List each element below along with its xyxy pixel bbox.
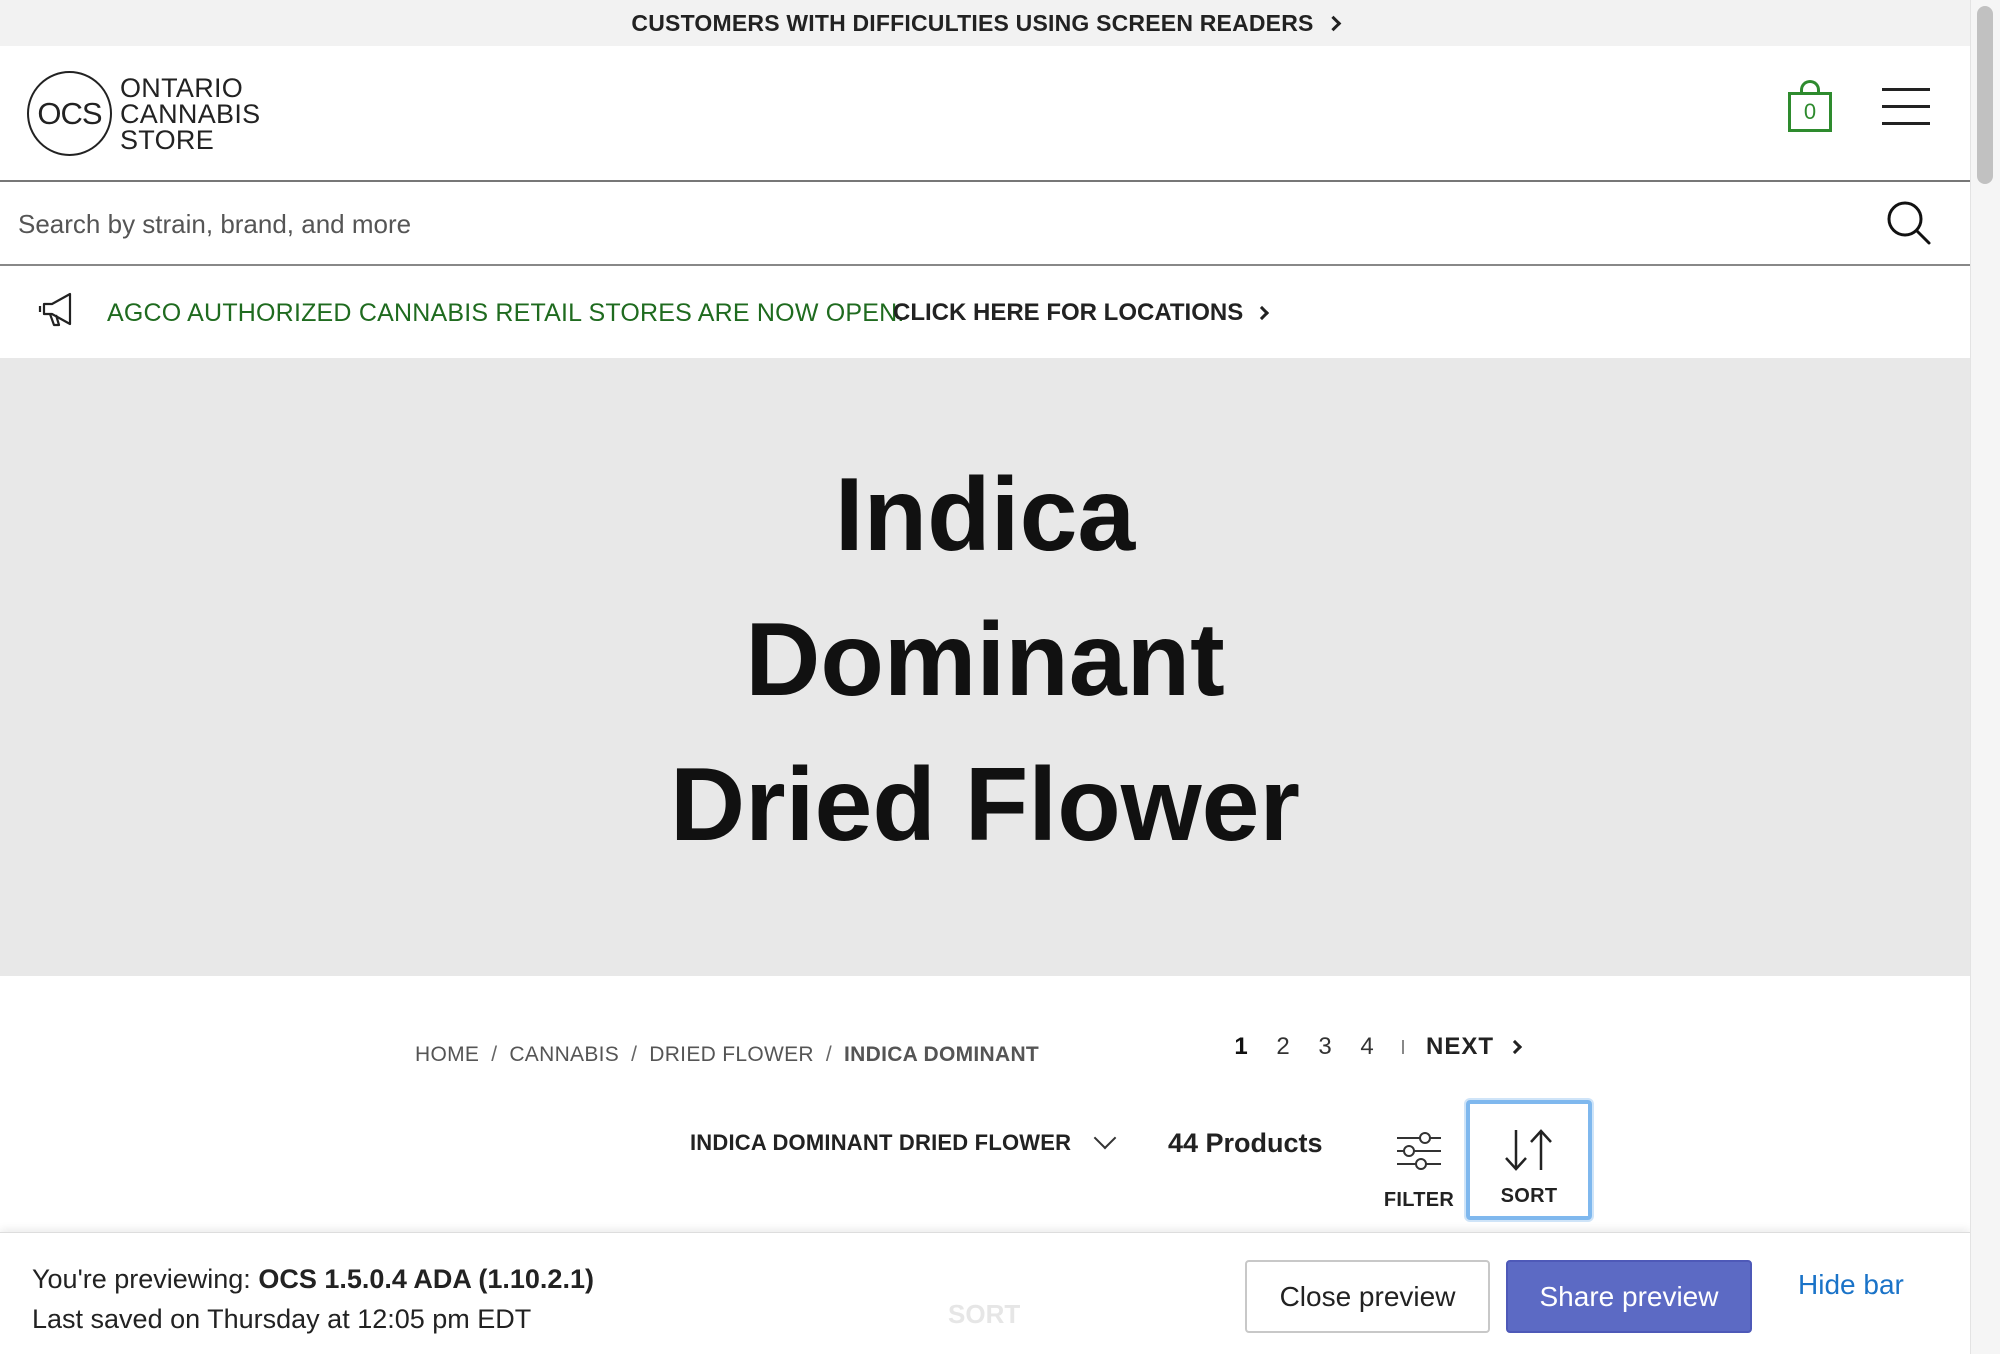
logo-line: CANNABIS [120,98,261,129]
category-dropdown[interactable]: INDICA DOMINANT DRIED FLOWER [690,1126,1117,1156]
hide-bar-button[interactable]: Hide bar [1798,1269,1904,1301]
obscured-sort-label: SORT [948,1299,1021,1329]
search-input[interactable] [18,200,1858,248]
cart-button[interactable]: 0 [1788,80,1832,132]
preview-prefix: You're previewing: [32,1264,251,1294]
page-link-2[interactable]: 2 [1262,1033,1304,1061]
sort-button-label: SORT [1500,1185,1558,1207]
breadcrumb-cannabis[interactable]: CANNABIS [509,1043,619,1067]
logo-line: ONTARIO [120,72,244,103]
breadcrumb-separator: / [825,1043,832,1066]
logo-mark: OCS [27,71,112,156]
sort-arrows-icon [1505,1129,1552,1171]
page-link-4[interactable]: 4 [1346,1033,1388,1061]
announcement-banner: AGCO AUTHORIZED CANNABIS RETAIL STORES A… [0,268,1970,358]
close-preview-button[interactable]: Close preview [1245,1260,1490,1333]
page-link-1[interactable]: 1 [1220,1033,1262,1061]
menu-line [1882,122,1930,125]
ocs-logo[interactable]: OCS ONTARIO CANNABIS STORE [27,71,260,156]
megaphone-icon [38,292,72,327]
logo-wordmark: ONTARIO CANNABIS STORE [120,72,261,155]
preview-last-saved: Last saved on Thursday at 12:05 pm EDT [32,1304,532,1334]
breadcrumb-home[interactable]: HOME [415,1043,479,1067]
announcement-message: AGCO AUTHORIZED CANNABIS RETAIL STORES A… [107,299,905,327]
next-page-button[interactable]: NEXT [1426,1033,1523,1061]
preview-theme-name: OCS 1.5.0.4 ADA (1.10.2.1) [258,1264,594,1294]
preview-theme-line: You're previewing: OCS 1.5.0.4 ADA (1.10… [32,1259,594,1299]
page-title-line: Indica [834,457,1136,573]
cart-count: 0 [1788,92,1832,132]
category-dropdown-label: INDICA DOMINANT DRIED FLOWER [690,1130,1072,1155]
chevron-down-icon [1093,1126,1117,1150]
share-preview-button[interactable]: Share preview [1506,1260,1752,1333]
hamburger-menu-button[interactable] [1882,88,1930,126]
next-page-label: NEXT [1426,1033,1495,1060]
menu-line [1882,105,1930,108]
breadcrumb-current: INDICA DOMINANT [844,1043,1040,1066]
sort-button[interactable]: SORT [1466,1100,1592,1220]
page-title: Indica Dominant Dried Flower [0,443,1970,878]
search-bar [0,182,1970,266]
search-icon[interactable] [1886,200,1932,246]
category-hero: Indica Dominant Dried Flower [0,358,1970,976]
filter-sliders-icon [1397,1132,1441,1170]
vertical-scrollbar[interactable] [1970,0,2000,1354]
filter-button[interactable]: FILTER [1380,1130,1458,1212]
preview-info: You're previewing: OCS 1.5.0.4 ADA (1.10… [32,1259,594,1339]
chevron-right-icon [1507,1039,1523,1055]
chevron-right-icon [1255,305,1270,321]
theme-preview-bar: You're previewing: OCS 1.5.0.4 ADA (1.10… [0,1232,1970,1354]
scrollbar-thumb[interactable] [1977,6,1993,184]
page-title-line: Dominant [745,602,1225,718]
breadcrumb-dried-flower[interactable]: DRIED FLOWER [649,1043,814,1067]
pagination-divider [1402,1040,1404,1054]
screen-reader-help-text: CUSTOMERS WITH DIFFICULTIES USING SCREEN… [631,9,1314,36]
product-count: 44 Products [1168,1128,1323,1158]
breadcrumb: HOME / CANNABIS / DRIED FLOWER / INDICA … [415,1043,1039,1067]
screen-reader-help-link[interactable]: CUSTOMERS WITH DIFFICULTIES USING SCREEN… [0,0,1970,46]
logo-line: STORE [120,124,215,155]
page-link-3[interactable]: 3 [1304,1033,1346,1061]
filter-button-label: FILTER [1383,1189,1455,1211]
pagination: 1 2 3 4 NEXT [1220,1033,1523,1061]
store-locations-link-label: CLICK HERE FOR LOCATIONS [893,299,1244,326]
page-title-line: Dried Flower [670,747,1300,863]
site-header: OCS ONTARIO CANNABIS STORE 0 [0,46,1970,182]
chevron-right-icon [1325,15,1341,31]
breadcrumb-separator: / [631,1043,638,1066]
breadcrumb-separator: / [491,1043,498,1066]
page: CUSTOMERS WITH DIFFICULTIES USING SCREEN… [0,0,1970,1354]
menu-line [1882,88,1930,91]
store-locations-link[interactable]: CLICK HERE FOR LOCATIONS [893,299,1270,327]
